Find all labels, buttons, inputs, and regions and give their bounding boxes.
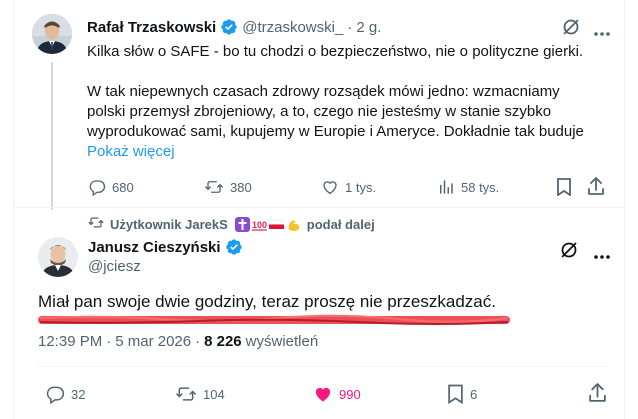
- verified-icon: [220, 18, 238, 36]
- bookmark-icon: [447, 384, 464, 404]
- thread-connector-line: [51, 62, 53, 210]
- reposter-emojis: 100: [234, 216, 301, 232]
- tweet-meta: 12:39 PM · 5 mar 2026 · 8 226 wyświetleń: [38, 333, 318, 350]
- reply-icon: [88, 178, 106, 196]
- repost-count: 380: [230, 179, 252, 195]
- reply-button[interactable]: 32: [45, 384, 85, 404]
- more-icon[interactable]: [593, 24, 611, 42]
- author-handle[interactable]: @trzaskowski_: [242, 19, 343, 36]
- tweet-time[interactable]: 12:39 PM: [38, 333, 102, 350]
- share-icon[interactable]: [588, 383, 607, 408]
- hundred-emoji-icon: 100: [251, 217, 267, 232]
- poland-flag-icon: [268, 217, 285, 232]
- views-count: 58 tys.: [461, 179, 500, 195]
- svg-text:100: 100: [252, 220, 267, 230]
- like-count: 990: [339, 386, 361, 402]
- tweet-line: wyprodukować sami, kupujemy w Europie i …: [87, 123, 584, 140]
- divider: [14, 207, 624, 208]
- tweet-line: polski przemysł zbrojeniowy, a to, czego…: [87, 103, 552, 120]
- divider: [38, 366, 608, 367]
- show-more-link[interactable]: Pokaż więcej: [87, 142, 584, 162]
- tweet-header: Rafał Trzaskowski @trzaskowski_ · 2 g.: [87, 18, 381, 36]
- like-button[interactable]: 1 tys.: [321, 178, 376, 196]
- header-separator: ·: [347, 18, 353, 36]
- timeline-right-border: [624, 0, 625, 419]
- like-count: 1 tys.: [345, 179, 377, 195]
- tweet-age[interactable]: 2 g.: [356, 19, 381, 36]
- repost-banner[interactable]: Użytkownik JarekS 100 podał dalej: [88, 215, 375, 233]
- repost-icon: [88, 215, 104, 233]
- cross-emoji-icon: [234, 216, 250, 232]
- tweet-text: Kilka słów o SAFE - bo tu chodzi o bezpi…: [87, 42, 584, 162]
- repost-button[interactable]: 380: [204, 178, 252, 196]
- repost-button[interactable]: 104: [175, 384, 225, 404]
- views-button[interactable]: 58 tys.: [437, 178, 499, 196]
- meta-separator: ·: [106, 333, 112, 350]
- grok-icon[interactable]: [559, 240, 579, 265]
- grok-icon[interactable]: [561, 17, 581, 42]
- views-count: 8 226: [204, 333, 242, 350]
- avatar-cieszynski[interactable]: [38, 237, 78, 277]
- reply-count: 680: [112, 179, 134, 195]
- bookmark-icon[interactable]: [556, 178, 572, 201]
- like-button[interactable]: 990: [313, 384, 361, 404]
- bookmark-button[interactable]: 6: [447, 384, 477, 404]
- bookmark-count: 6: [470, 386, 478, 402]
- repost-icon: [175, 384, 197, 404]
- flexed-biceps-icon: [286, 217, 301, 232]
- repost-count: 104: [203, 386, 225, 402]
- meta-separator: ·: [195, 333, 201, 350]
- red-scribble-redaction: [38, 313, 510, 331]
- tweet-header: Janusz Cieszyński: [88, 238, 243, 256]
- verified-icon: [225, 238, 243, 256]
- tweet-line: W tak niepewnych czasach zdrowy rozsądek…: [87, 83, 560, 100]
- tweet-date[interactable]: 5 mar 2026: [115, 333, 191, 350]
- reposter-name[interactable]: Użytkownik JarekS: [110, 217, 228, 232]
- more-icon[interactable]: [593, 247, 611, 265]
- author-name[interactable]: Janusz Cieszyński: [88, 239, 221, 256]
- reply-count: 32: [71, 386, 86, 402]
- reply-icon: [45, 384, 65, 404]
- author-name[interactable]: Rafał Trzaskowski: [87, 19, 216, 36]
- repost-icon: [204, 178, 224, 196]
- like-icon: [313, 384, 333, 404]
- tweet-text: Miał pan swoje dwie godziny, teraz prosz…: [38, 292, 496, 311]
- repost-suffix: podał dalej: [306, 216, 375, 232]
- timeline-left-border: [13, 0, 14, 419]
- like-icon: [321, 178, 339, 196]
- tweet-paragraph: Kilka słów o SAFE - bo tu chodzi o bezpi…: [87, 43, 584, 60]
- reply-button[interactable]: 680: [88, 178, 134, 196]
- views-label: wyświetleń: [245, 333, 319, 350]
- share-icon[interactable]: [587, 177, 605, 201]
- avatar-trzaskowski[interactable]: [32, 14, 72, 54]
- views-icon: [437, 178, 455, 196]
- author-handle[interactable]: @jciesz: [88, 258, 141, 275]
